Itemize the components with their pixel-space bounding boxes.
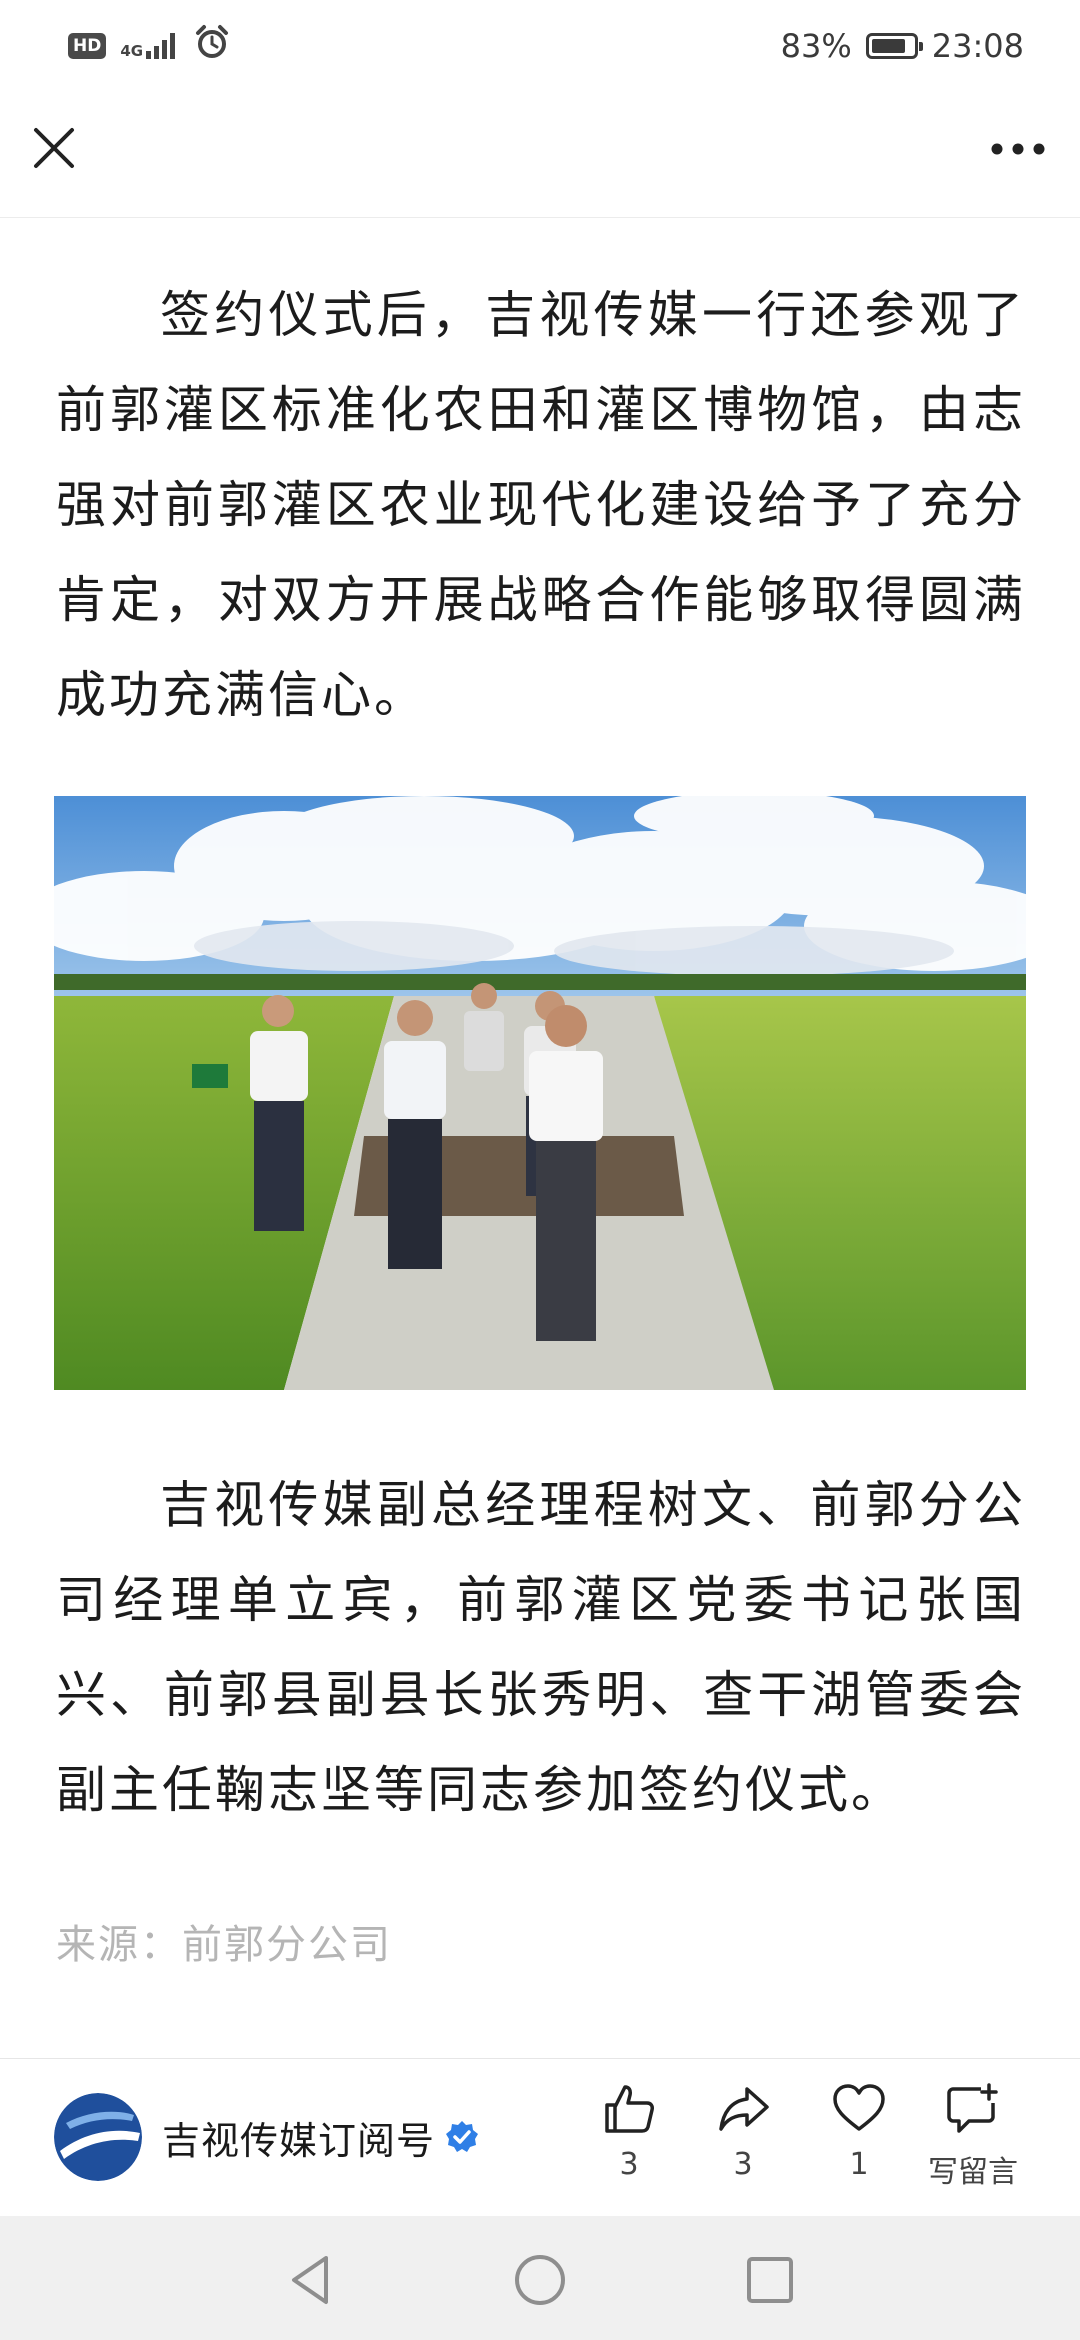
status-bar: HD 4G 83% 23:08 [0,0,1080,92]
photo-rice-field-visit [54,796,1026,1390]
article-source: 来源：前郭分公司 [56,1922,392,1968]
alarm-icon [194,24,230,68]
bottom-action-bar: 吉视传媒订阅号 3 3 1 写留言 [0,2058,1080,2216]
clock: 23:08 [931,27,1024,65]
home-icon[interactable] [510,2250,570,2310]
status-left: HD 4G [68,24,230,68]
account-logo [54,2093,142,2181]
thumbs-up-icon [605,2085,654,2133]
close-icon [34,128,74,168]
share-icon [719,2087,769,2131]
system-navigation-bar [0,2216,1080,2340]
like-count: 3 [619,2147,639,2182]
article-photo[interactable] [54,796,1026,1390]
signal-icon: 4G [120,33,180,59]
share-count: 3 [733,2147,753,2182]
network-type: 4G [120,42,144,60]
battery-icon [865,33,923,59]
share-button[interactable]: 3 [688,2081,798,2182]
status-right: 83% 23:08 [781,27,1024,65]
favorite-count: 1 [849,2147,869,2182]
screen: HD 4G 83% 23:08 签约仪式后，吉视传媒一行还参观了前郭灌区标准化农… [0,0,1080,2340]
article-paragraph: 签约仪式后，吉视传媒一行还参观了前郭灌区标准化农田和灌区博物馆，由志强对前郭灌区… [56,286,1026,724]
close-button[interactable] [28,122,80,174]
article-paragraph: 吉视传媒副总经理程树文、前郭分公司经理单立宾，前郭灌区党委书记张国兴、前郭县副县… [56,1476,1026,1819]
battery-percent: 83% [780,27,852,65]
like-button[interactable]: 3 [574,2081,684,2182]
account-name: 吉视传媒订阅号 [162,2118,436,2163]
account-link[interactable]: 吉视传媒订阅号 [54,2093,479,2181]
battery-fill [871,39,905,53]
comment-add-icon [947,2083,998,2133]
recents-icon[interactable] [740,2250,800,2310]
write-comment-button[interactable]: 写留言 [918,2081,1028,2191]
heart-icon [833,2084,885,2131]
back-icon[interactable] [280,2250,340,2310]
favorite-button[interactable]: 1 [804,2081,914,2182]
more-icon [991,143,1045,155]
top-nav [0,92,1080,218]
write-comment-label: 写留言 [928,2155,1018,2190]
hd-icon: HD [68,33,107,59]
verified-icon [446,2121,479,2152]
more-button[interactable] [986,124,1050,174]
